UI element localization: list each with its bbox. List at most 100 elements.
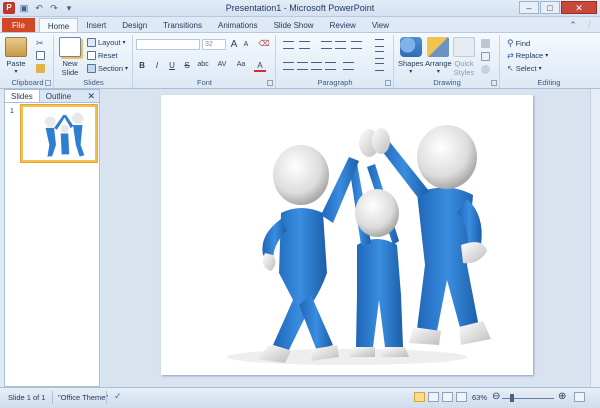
tab-slide-show[interactable]: Slide Show <box>266 18 322 33</box>
find-label: Find <box>515 39 531 48</box>
normal-view-icon[interactable] <box>414 392 425 402</box>
status-separator <box>52 391 53 404</box>
reading-view-icon[interactable] <box>442 392 453 402</box>
grow-font-button[interactable]: A <box>228 39 240 50</box>
bullets-icon[interactable] <box>283 41 294 49</box>
slide-editing-area <box>101 89 600 387</box>
font-launcher-icon[interactable] <box>267 80 273 86</box>
minimize-ribbon-icon[interactable]: ⌃ <box>569 20 577 31</box>
zoom-level[interactable]: 63% <box>472 393 487 402</box>
teamwork-figures-image <box>227 125 491 365</box>
tab-slides[interactable]: Slides <box>5 90 40 102</box>
shape-outline-icon[interactable] <box>481 52 490 61</box>
window-controls: – □ ✕ <box>519 1 597 14</box>
new-slide-button[interactable]: New Slide <box>59 37 81 77</box>
layout-button[interactable]: Layout ▾ <box>87 38 126 47</box>
bold-button[interactable]: B <box>136 61 148 70</box>
section-button[interactable]: Section ▾ <box>87 64 128 73</box>
arrange-button[interactable]: Arrange ▾ <box>425 37 452 75</box>
align-left-icon[interactable] <box>283 62 294 70</box>
shapes-button[interactable]: Shapes ▾ <box>398 37 423 75</box>
slide-count-status: Slide 1 of 1 <box>8 393 46 402</box>
spell-check-icon[interactable]: ✓ <box>114 391 122 402</box>
tab-outline[interactable]: Outline <box>40 90 77 102</box>
slide-sorter-view-icon[interactable] <box>428 392 439 402</box>
paste-icon <box>5 37 27 57</box>
decrease-indent-icon[interactable] <box>321 41 332 49</box>
window-title: Presentation1 - Microsoft PowerPoint <box>225 3 375 13</box>
cut-icon[interactable]: ✂ <box>36 38 44 49</box>
line-spacing-icon[interactable] <box>351 41 362 49</box>
strikethrough-button[interactable]: S <box>181 61 193 70</box>
tab-file[interactable]: File <box>2 18 35 33</box>
drawing-launcher-icon[interactable] <box>491 80 497 86</box>
tab-insert[interactable]: Insert <box>78 18 114 33</box>
find-button[interactable]: ⚲ Find <box>507 38 530 49</box>
help-icon[interactable]: ❔ <box>583 20 594 31</box>
ribbon-right-controls: ⌃ ❔ <box>569 20 594 31</box>
slide-show-view-icon[interactable] <box>456 392 467 402</box>
increase-indent-icon[interactable] <box>335 41 346 49</box>
panel-tabs: Slides Outline ✕ <box>5 90 99 103</box>
tab-design[interactable]: Design <box>114 18 155 33</box>
select-button[interactable]: ↖ Select ▾ <box>507 64 542 73</box>
zoom-slider-thumb[interactable] <box>510 394 514 402</box>
align-right-icon[interactable] <box>311 62 322 70</box>
maximize-icon[interactable]: □ <box>540 1 560 14</box>
smartart-icon[interactable] <box>375 63 384 71</box>
ribbon: Paste ▾ ✂ Clipboard New Slide Layout ▾ Re… <box>0 32 600 89</box>
tab-animations[interactable]: Animations <box>210 18 266 33</box>
text-direction-icon[interactable] <box>375 39 384 47</box>
zoom-in-icon[interactable]: ⊕ <box>558 391 566 402</box>
italic-button[interactable]: I <box>151 61 163 70</box>
align-center-icon[interactable] <box>297 62 308 70</box>
align-text-icon[interactable] <box>375 51 384 59</box>
slides-panel: Slides Outline ✕ 1 <box>4 89 100 387</box>
arrange-icon <box>427 37 450 57</box>
font-name-box[interactable] <box>136 39 200 50</box>
minimize-icon[interactable]: – <box>519 1 539 14</box>
replace-button[interactable]: ⇄ Replace ▾ <box>507 51 548 60</box>
slide-thumbnail[interactable] <box>21 105 97 162</box>
paste-button[interactable]: Paste ▾ <box>5 37 27 75</box>
char-spacing-button[interactable]: AV <box>214 61 230 68</box>
justify-icon[interactable] <box>325 62 336 70</box>
change-case-button[interactable]: Aa <box>234 61 248 68</box>
format-painter-icon[interactable] <box>36 64 45 73</box>
columns-icon[interactable] <box>343 62 354 70</box>
font-color-icon[interactable]: A <box>254 61 266 72</box>
underline-button[interactable]: U <box>166 61 178 70</box>
paragraph-group-label: Paragraph <box>317 78 353 87</box>
shrink-font-button[interactable]: A <box>240 41 252 48</box>
drawing-group: Shapes ▾ Arrange ▾ Quick Styles Drawing <box>395 35 500 88</box>
tab-transitions[interactable]: Transitions <box>155 18 210 33</box>
paragraph-launcher-icon[interactable] <box>385 80 391 86</box>
vertical-scrollbar[interactable] <box>590 89 600 387</box>
close-icon[interactable]: ✕ <box>561 1 597 14</box>
fit-to-window-icon[interactable] <box>574 392 585 402</box>
zoom-out-icon[interactable]: ⊖ <box>492 391 500 402</box>
tab-home[interactable]: Home <box>38 18 79 33</box>
clear-formatting-icon[interactable]: ⌫ <box>258 39 270 48</box>
font-size-box[interactable]: 32 <box>202 39 226 50</box>
reset-button[interactable]: Reset <box>87 51 118 60</box>
tab-review[interactable]: Review <box>322 18 364 33</box>
numbering-icon[interactable] <box>299 41 310 49</box>
copy-icon[interactable] <box>36 51 45 60</box>
paste-label: Paste <box>6 59 26 68</box>
tab-view[interactable]: View <box>364 18 397 33</box>
close-panel-icon[interactable]: ✕ <box>87 90 99 102</box>
theme-status[interactable]: "Office Theme" <box>58 393 108 402</box>
layout-icon <box>87 38 96 47</box>
replace-label: Replace <box>515 51 544 60</box>
select-label: Select <box>515 64 537 73</box>
reset-label: Reset <box>98 51 118 60</box>
slide-canvas[interactable] <box>161 95 533 375</box>
shape-effects-icon[interactable] <box>481 65 490 74</box>
clipboard-launcher-icon[interactable] <box>45 80 51 86</box>
select-icon: ↖ <box>507 64 514 73</box>
shadow-button[interactable]: abc <box>194 61 212 68</box>
quick-styles-button[interactable]: Quick Styles <box>453 37 475 77</box>
shape-fill-icon[interactable] <box>481 39 490 48</box>
replace-icon: ⇄ <box>507 51 514 60</box>
